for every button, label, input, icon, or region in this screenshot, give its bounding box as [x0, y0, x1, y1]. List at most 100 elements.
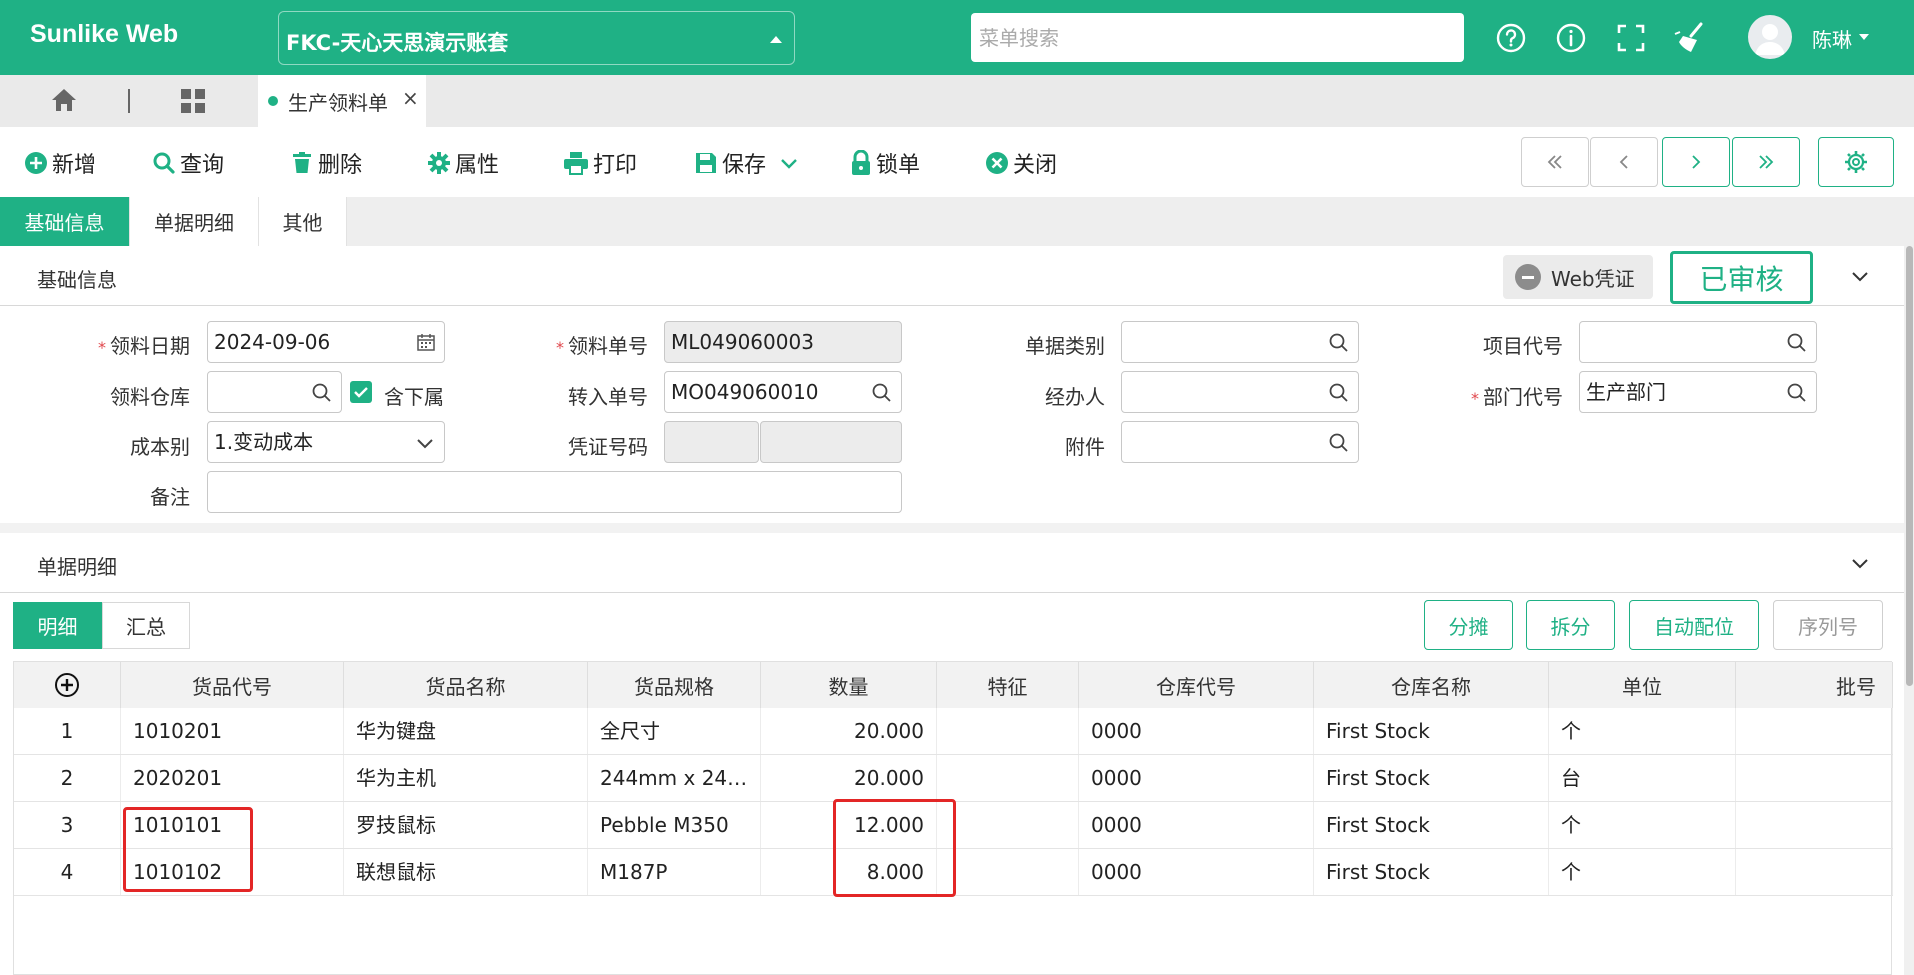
last-record-button[interactable] [1732, 137, 1800, 187]
info-icon[interactable] [1551, 18, 1591, 58]
item-name-cell[interactable]: 华为键盘 [344, 708, 588, 754]
col-unit[interactable]: 单位 [1549, 662, 1736, 708]
search-icon[interactable] [1328, 432, 1350, 454]
unit-cell[interactable]: 个 [1549, 849, 1736, 895]
item-code-cell[interactable]: 1010201 [121, 708, 344, 754]
account-selector[interactable]: FKC-天心天思演示账套 [278, 11, 795, 65]
prev-record-button[interactable] [1590, 137, 1658, 187]
subtab-summary[interactable]: 汇总 [102, 602, 190, 649]
scrollbar-thumb[interactable] [1906, 246, 1913, 686]
serial-number-button[interactable]: 序列号 [1773, 600, 1883, 650]
collapse-chevron-icon[interactable] [1848, 264, 1872, 288]
item-code-cell[interactable]: 2020201 [121, 755, 344, 801]
first-record-button[interactable] [1521, 137, 1589, 187]
attachment-field[interactable] [1121, 421, 1359, 463]
table-row[interactable]: 1 1010201 华为键盘 全尺寸 20.000 0000 First Sto… [14, 708, 1893, 755]
date-field[interactable]: 2024-09-06 [207, 321, 445, 363]
tab-detail[interactable]: 单据明细 [130, 197, 259, 246]
query-button[interactable]: 查询 [152, 149, 224, 178]
unit-cell[interactable]: 个 [1549, 708, 1736, 754]
subtab-detail[interactable]: 明细 [13, 602, 102, 649]
properties-button[interactable]: 属性 [427, 149, 499, 178]
home-icon[interactable] [50, 87, 78, 113]
col-quantity[interactable]: 数量 [761, 662, 937, 708]
search-icon[interactable] [1328, 332, 1350, 354]
col-warehouse-code[interactable]: 仓库代号 [1079, 662, 1314, 708]
split-button[interactable]: 拆分 [1526, 600, 1615, 650]
batch-cell[interactable] [1736, 849, 1893, 895]
warehouse-name-cell[interactable]: First Stock [1314, 802, 1549, 848]
warehouse-code-cell[interactable]: 0000 [1079, 849, 1314, 895]
col-feature[interactable]: 特征 [937, 662, 1079, 708]
print-button[interactable]: 打印 [563, 149, 637, 178]
warehouse-name-cell[interactable]: First Stock [1314, 708, 1549, 754]
item-spec-cell[interactable]: 244mm x 244… [588, 755, 761, 801]
col-item-spec[interactable]: 货品规格 [588, 662, 761, 708]
chevron-down-icon[interactable] [778, 152, 800, 174]
quantity-cell[interactable]: 20.000 [761, 755, 937, 801]
tab-basic-info[interactable]: 基础信息 [0, 197, 130, 246]
warehouse-code-cell[interactable]: 0000 [1079, 755, 1314, 801]
warehouse-code-cell[interactable]: 0000 [1079, 802, 1314, 848]
batch-cell[interactable] [1736, 755, 1893, 801]
search-icon[interactable] [1786, 332, 1808, 354]
col-warehouse-name[interactable]: 仓库名称 [1314, 662, 1549, 708]
feature-cell[interactable] [937, 802, 1079, 848]
remark-field[interactable] [207, 471, 902, 513]
col-item-code[interactable]: 货品代号 [121, 662, 344, 708]
next-record-button[interactable] [1662, 137, 1730, 187]
save-button[interactable]: 保存 [694, 149, 804, 178]
feature-cell[interactable] [937, 849, 1079, 895]
settings-button[interactable] [1818, 137, 1894, 187]
help-icon[interactable] [1491, 18, 1531, 58]
fullscreen-icon[interactable] [1611, 18, 1651, 58]
search-icon[interactable] [871, 382, 893, 404]
apps-grid-icon[interactable] [180, 88, 206, 114]
unit-cell[interactable]: 个 [1549, 802, 1736, 848]
web-voucher-button[interactable]: Web凭证 [1503, 255, 1653, 299]
add-row-button[interactable] [14, 662, 121, 708]
handler-field[interactable] [1121, 371, 1359, 413]
feature-cell[interactable] [937, 708, 1079, 754]
col-item-name[interactable]: 货品名称 [344, 662, 588, 708]
item-name-cell[interactable]: 联想鼠标 [344, 849, 588, 895]
search-icon[interactable] [1786, 382, 1808, 404]
search-icon[interactable] [311, 382, 333, 404]
doc-type-field[interactable] [1121, 321, 1359, 363]
col-batch[interactable]: 批号 [1736, 662, 1893, 708]
project-code-field[interactable] [1579, 321, 1817, 363]
user-menu-caret-icon[interactable] [1859, 34, 1869, 40]
warehouse-name-cell[interactable]: First Stock [1314, 849, 1549, 895]
item-spec-cell[interactable]: 全尺寸 [588, 708, 761, 754]
collapse-chevron-icon[interactable] [1848, 551, 1872, 575]
user-name[interactable]: 陈琳 [1812, 24, 1852, 53]
search-icon[interactable] [1328, 382, 1350, 404]
user-avatar[interactable] [1748, 15, 1792, 59]
batch-cell[interactable] [1736, 708, 1893, 754]
tab-close-icon[interactable]: × [402, 86, 419, 110]
table-row[interactable]: 2 2020201 华为主机 244mm x 244… 20.000 0000 … [14, 755, 1893, 802]
clear-cache-broom-icon[interactable] [1671, 18, 1711, 58]
transfer-no-field[interactable]: MO049060010 [664, 371, 902, 413]
item-spec-cell[interactable]: M187P [588, 849, 761, 895]
delete-button[interactable]: 删除 [290, 149, 362, 178]
warehouse-code-cell[interactable]: 0000 [1079, 708, 1314, 754]
close-button[interactable]: 关闭 [985, 149, 1057, 178]
quantity-cell[interactable]: 20.000 [761, 708, 937, 754]
allocate-button[interactable]: 分摊 [1424, 600, 1513, 650]
auto-locate-button[interactable]: 自动配位 [1629, 600, 1759, 650]
menu-search-input[interactable] [971, 13, 1464, 62]
calendar-icon[interactable] [416, 332, 436, 352]
warehouse-field[interactable] [207, 371, 342, 413]
item-spec-cell[interactable]: Pebble M350 [588, 802, 761, 848]
feature-cell[interactable] [937, 755, 1079, 801]
cost-type-select[interactable]: 1.变动成本 [207, 421, 445, 463]
unit-cell[interactable]: 台 [1549, 755, 1736, 801]
tab-production-requisition[interactable]: 生产领料单 × [258, 75, 426, 127]
tab-other[interactable]: 其他 [259, 197, 347, 246]
lock-button[interactable]: 锁单 [850, 149, 920, 178]
add-button[interactable]: 新增 [24, 149, 96, 178]
include-sub-checkbox[interactable] [350, 381, 372, 403]
item-name-cell[interactable]: 罗技鼠标 [344, 802, 588, 848]
item-name-cell[interactable]: 华为主机 [344, 755, 588, 801]
